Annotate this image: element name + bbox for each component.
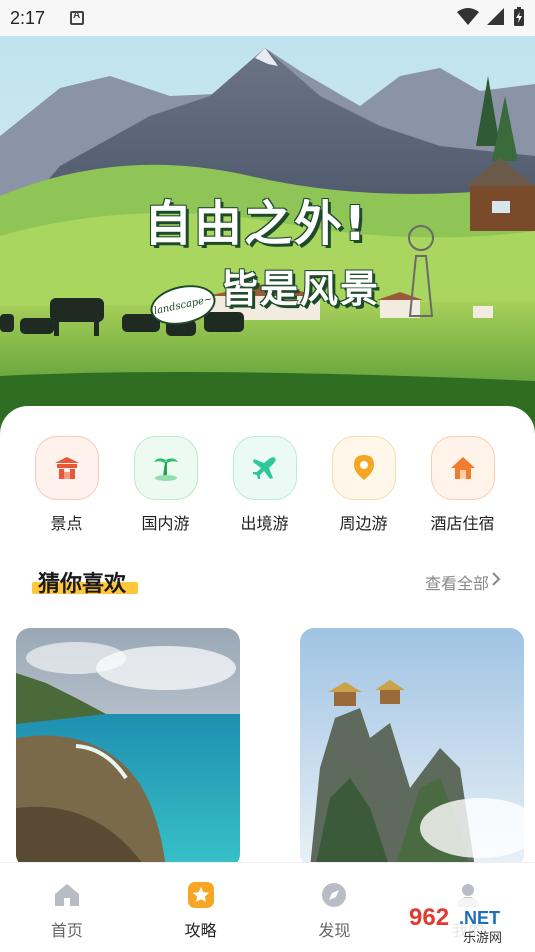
category-hotels[interactable]: 酒店住宿 bbox=[413, 436, 512, 534]
nav-label: 攻略 bbox=[184, 921, 217, 940]
watermark-sub: 乐游网 bbox=[463, 931, 502, 946]
category-domestic[interactable]: 国内游 bbox=[116, 436, 215, 534]
status-icons bbox=[457, 7, 525, 27]
battery-icon bbox=[514, 7, 524, 26]
category-label: 酒店住宿 bbox=[430, 514, 495, 533]
chevron-right-icon[interactable] bbox=[489, 570, 503, 588]
palm-tree-icon bbox=[133, 436, 198, 500]
nav-label: 首页 bbox=[50, 921, 83, 940]
recommend-card[interactable] bbox=[300, 628, 524, 868]
notification-letter: A bbox=[73, 10, 81, 21]
coastline-photo bbox=[16, 628, 240, 868]
category-attractions[interactable]: 景点 bbox=[17, 436, 116, 534]
house-icon bbox=[430, 436, 495, 500]
airplane-icon bbox=[232, 436, 297, 500]
hero-banner[interactable]: 自由之外! landscape~ 皆是风景 bbox=[0, 36, 535, 436]
location-pin-icon bbox=[331, 436, 396, 500]
home-icon bbox=[53, 881, 81, 909]
status-time: 2:17 bbox=[10, 8, 46, 28]
recommend-card[interactable] bbox=[16, 628, 240, 868]
category-label: 周边游 bbox=[339, 514, 388, 533]
recommend-header: 猜你喜欢 查看全部 bbox=[0, 562, 535, 602]
category-label: 国内游 bbox=[141, 514, 190, 533]
nav-label: 发现 bbox=[318, 921, 351, 940]
wifi-icon bbox=[457, 8, 479, 25]
section-title: 猜你喜欢 bbox=[38, 572, 127, 597]
nav-discover[interactable]: 发现 bbox=[268, 863, 402, 952]
category-row: 景点 国内游 出境游 周边游 酒店住宿 bbox=[0, 436, 535, 534]
status-bar: 2:17 A bbox=[0, 0, 535, 36]
mountain-temple-photo bbox=[300, 628, 524, 868]
watermark-brand: 962 bbox=[409, 904, 449, 931]
see-all-link[interactable]: 查看全部 bbox=[425, 570, 489, 594]
category-label: 景点 bbox=[50, 514, 83, 533]
hero-title: 自由之外! bbox=[144, 196, 368, 252]
notification-icon: A bbox=[70, 10, 84, 25]
nav-home[interactable]: 首页 bbox=[0, 863, 134, 952]
star-guide-icon bbox=[187, 881, 215, 909]
category-label: 出境游 bbox=[240, 514, 289, 533]
compass-icon bbox=[320, 881, 348, 909]
watermark-logo: 962 .NET 乐游网 bbox=[403, 898, 531, 946]
hero-subtitle: 皆是风景 bbox=[220, 267, 381, 311]
category-outbound[interactable]: 出境游 bbox=[215, 436, 314, 534]
content-panel: 景点 国内游 出境游 周边游 酒店住宿 猜你喜欢 查看全部 bbox=[0, 406, 535, 876]
category-nearby[interactable]: 周边游 bbox=[314, 436, 413, 534]
nav-guide[interactable]: 攻略 bbox=[134, 863, 268, 952]
pagoda-icon bbox=[34, 436, 99, 500]
watermark-suffix: .NET bbox=[459, 908, 500, 928]
signal-icon bbox=[487, 8, 504, 25]
